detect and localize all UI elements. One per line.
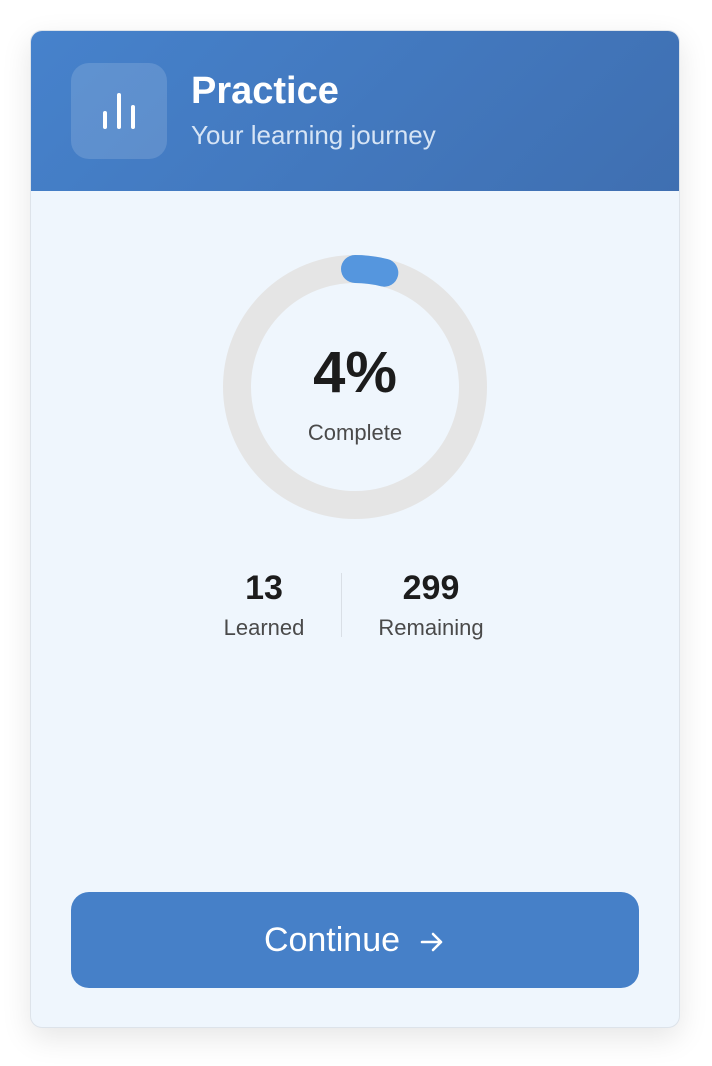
page-subtitle: Your learning journey [191, 120, 436, 150]
continue-label: Continue [263, 920, 401, 959]
learned-stat: 13 Learned [184, 568, 344, 642]
learned-label: Learned [223, 615, 305, 640]
bar-chart-icon [71, 63, 167, 159]
learned-count: 13 [245, 569, 283, 607]
remaining-stat: 299 Remaining [351, 568, 511, 642]
remaining-label: Remaining [378, 615, 484, 640]
practice-card: Practice Your learning journey 4% Comple… [30, 30, 680, 1028]
remaining-count: 299 [402, 569, 460, 607]
arrow-right-icon [418, 926, 446, 954]
card-header: Practice Your learning journey [31, 31, 679, 191]
page-title: Practice [191, 70, 339, 112]
stats-divider [341, 573, 342, 637]
continue-button[interactable]: Continue [71, 892, 639, 988]
progress-percent: 4% [313, 340, 397, 405]
progress-label: Complete [307, 420, 403, 445]
